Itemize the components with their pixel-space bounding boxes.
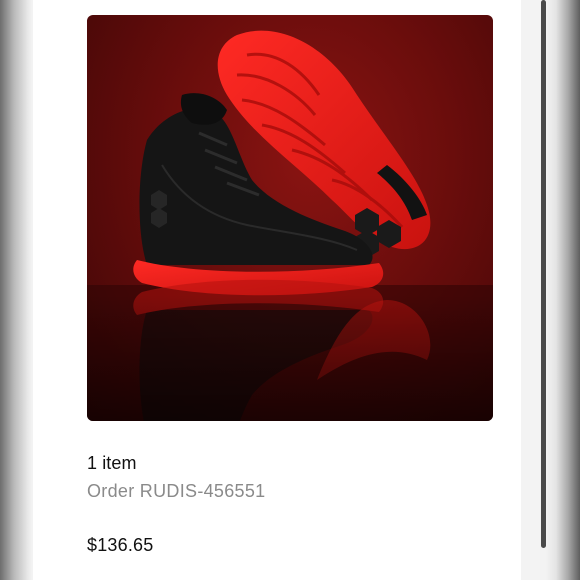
scrollbar[interactable]: [541, 0, 546, 548]
order-total-price: $136.65: [87, 535, 154, 555]
item-count: 1 item: [87, 453, 137, 473]
order-card[interactable]: 1 item Order RUDIS-456551 $136.65: [33, 0, 521, 580]
order-number: Order RUDIS-456551: [87, 481, 266, 501]
sneaker-icon: [87, 30, 493, 421]
app-screen: 1 item Order RUDIS-456551 $136.65: [0, 0, 580, 580]
product-image[interactable]: [87, 15, 493, 421]
